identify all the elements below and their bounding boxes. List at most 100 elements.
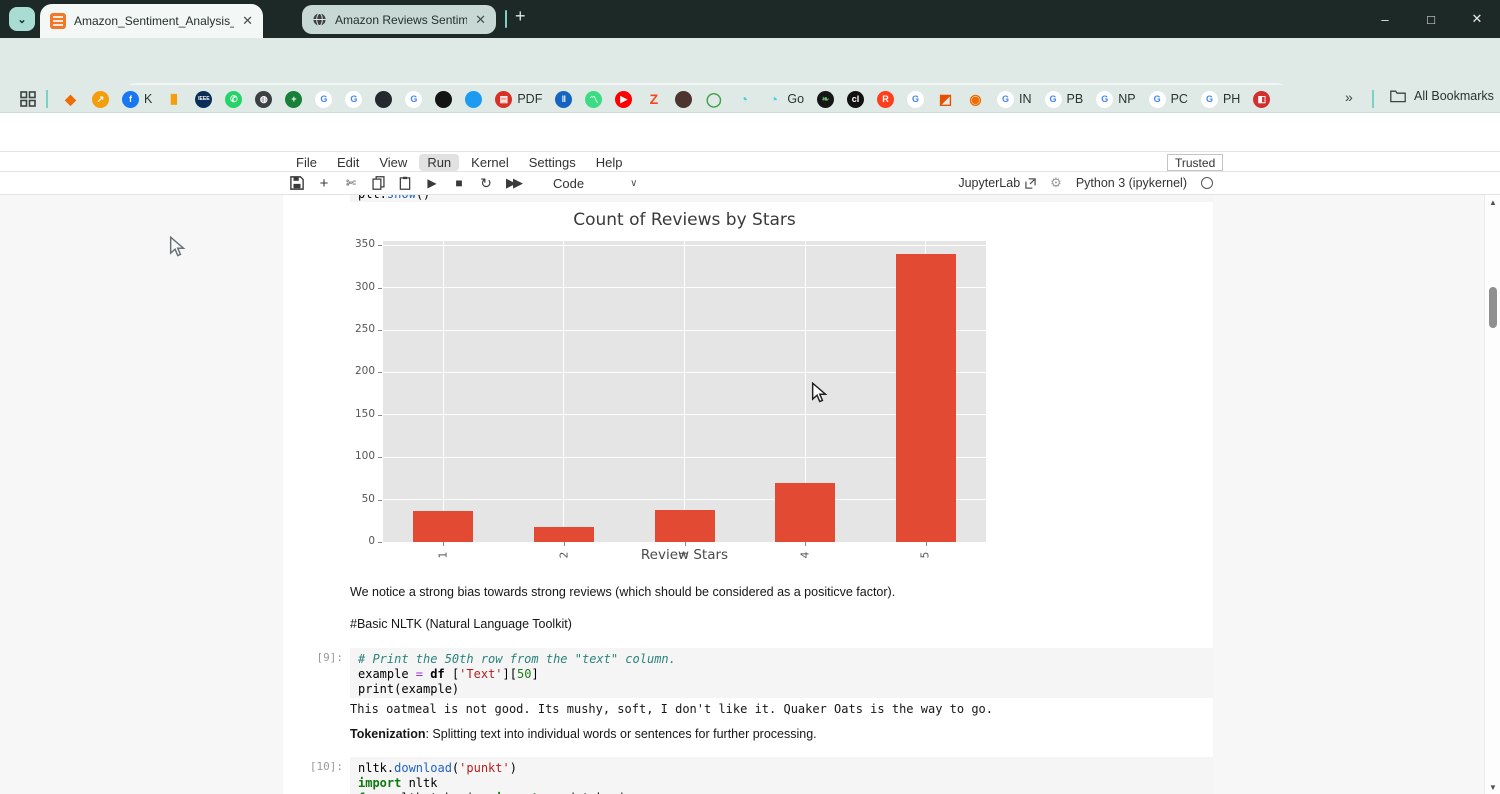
menu-help[interactable]: Help (588, 154, 631, 171)
bookmark-teal-wave-1-icon: ◔ (735, 91, 752, 108)
copy-cells-icon[interactable] (369, 174, 387, 192)
bookmark-yandex[interactable]: R (877, 91, 894, 108)
menu-settings[interactable]: Settings (521, 154, 584, 171)
bookmark-yandex-icon: R (877, 91, 894, 108)
bookmark-teal-wave-2[interactable]: ◔Go (765, 91, 804, 108)
code-cell-partial[interactable]: plt.show() (350, 195, 1213, 202)
bookmark-green-ring[interactable]: ◯ (705, 91, 722, 108)
bookmark-twitter[interactable] (465, 91, 482, 108)
menu-run[interactable]: Run (419, 154, 459, 171)
scrollbar-thumb[interactable] (1489, 287, 1497, 328)
code-cell-input[interactable]: # Print the 50th row from the "text" col… (350, 648, 1213, 698)
menu-edit[interactable]: Edit (329, 154, 367, 171)
code-line: example = df ['Text'][50] (358, 667, 1205, 682)
bookmark-google-1[interactable]: G (315, 91, 332, 108)
bookmark-android[interactable]: 〽 (585, 91, 602, 108)
bookmark-whatsapp-icon: ✆ (225, 91, 242, 108)
save-icon[interactable] (288, 174, 306, 192)
markdown-cell[interactable]: Tokenization: Splitting text into indivi… (350, 727, 817, 741)
bookmarks-overflow-icon[interactable]: » (1345, 89, 1353, 105)
bookmark-g-in[interactable]: GIN (997, 91, 1032, 108)
minimize-icon[interactable]: – (1362, 0, 1408, 38)
trusted-badge[interactable]: Trusted (1167, 154, 1223, 171)
bookmark-g-pb[interactable]: GPB (1045, 91, 1084, 108)
bookmark-g-np[interactable]: GNP (1096, 91, 1135, 108)
tab-close-icon[interactable]: ✕ (242, 13, 253, 29)
bookmark-google-2[interactable]: G (345, 91, 362, 108)
insert-cell-icon[interactable]: + (315, 174, 333, 192)
y-tick (378, 245, 382, 246)
interrupt-kernel-icon[interactable]: ■ (450, 174, 468, 192)
markdown-cell[interactable]: #Basic NLTK (Natural Language Toolkit) (350, 617, 572, 631)
menu-view[interactable]: View (371, 154, 415, 171)
markdown-bold: Tokenization (350, 727, 425, 741)
restart-kernel-icon[interactable]: ↻ (477, 174, 495, 192)
bookmark-whatsapp[interactable]: ✆ (225, 91, 242, 108)
x-tick (443, 542, 444, 546)
tab-close-icon[interactable]: ✕ (475, 12, 486, 28)
restart-run-all-icon[interactable]: ▶▶ (504, 174, 522, 192)
bookmark-kite-icon: ◩ (937, 91, 954, 108)
browser-toolbar: ← → ↻ i localhost:8888/notebooks/Amazon_… (0, 38, 1500, 85)
gear-icon[interactable]: ⚙ (1050, 175, 1062, 191)
chevron-down-icon: ∨ (630, 178, 637, 189)
bookmark-arrows[interactable]: ◆ (62, 91, 79, 108)
scroll-up-icon[interactable]: ▲ (1485, 195, 1500, 209)
bookmark-dark-oval[interactable] (675, 91, 692, 108)
bookmark-cl[interactable]: cl (847, 91, 864, 108)
tab-search-button[interactable]: ⌄ (9, 7, 35, 31)
bookmark-dark-circle[interactable] (435, 91, 452, 108)
bookmark-analytics[interactable]: ▐▌ (165, 91, 182, 108)
bookmark-red-app[interactable]: ◧ (1253, 91, 1270, 108)
browser-tab-inactive[interactable]: Amazon Reviews Sentiment Ana ✕ (302, 5, 496, 34)
markdown-cell[interactable]: We notice a strong bias towards strong r… (350, 585, 895, 599)
bookmark-sheets[interactable]: + (285, 91, 302, 108)
mouse-cursor-outline (168, 236, 188, 258)
y-tick (378, 415, 382, 416)
bookmark-ieee-icon: IEEE (195, 91, 212, 108)
bookmark-google-3[interactable]: G (405, 91, 422, 108)
bookmark-g-ph[interactable]: GPH (1201, 91, 1240, 108)
jupyterlab-link[interactable]: JupyterLab (958, 176, 1036, 190)
bookmark-kite[interactable]: ◩ (937, 91, 954, 108)
bookmark-github[interactable] (375, 91, 392, 108)
all-bookmarks-label: All Bookmarks (1414, 89, 1494, 103)
all-bookmarks-button[interactable]: All Bookmarks (1390, 89, 1494, 103)
bookmark-pdf-icon: ▤ (495, 91, 512, 108)
page-scrollbar[interactable]: ▲ ▼ (1484, 195, 1500, 794)
jupyter-favicon (50, 13, 66, 29)
bookmark-google-4[interactable]: G (907, 91, 924, 108)
bookmark-eye[interactable]: ◉ (967, 91, 984, 108)
bookmark-teal-wave-1[interactable]: ◔ (735, 91, 752, 108)
apps-grid-icon[interactable] (20, 91, 36, 107)
bookmark-facebook[interactable]: fK (122, 91, 152, 108)
chart-plot-area: 05010015020025030035012345 (383, 241, 986, 542)
cell-type-dropdown[interactable]: Code ∨ (553, 176, 637, 191)
close-window-icon[interactable]: ✕ (1454, 0, 1500, 38)
browser-tab-active[interactable]: Amazon_Sentiment_Analysis_M ✕ (40, 4, 263, 38)
restore-icon[interactable]: □ (1408, 0, 1454, 38)
menu-kernel[interactable]: Kernel (463, 154, 517, 171)
paste-cells-icon[interactable] (396, 174, 414, 192)
kernel-name[interactable]: Python 3 (ipykernel) (1076, 176, 1187, 190)
run-cell-icon[interactable]: ▶ (423, 174, 441, 192)
bookmark-youtube[interactable]: ▶ (615, 91, 632, 108)
bookmark-label: IN (1019, 92, 1032, 106)
code-line: print(example) (358, 682, 1205, 697)
bookmark-leaf[interactable]: ❧ (817, 91, 834, 108)
bookmark-zerodha[interactable]: Z (645, 91, 662, 108)
bookmark-label: K (144, 92, 152, 106)
new-tab-button[interactable]: + (515, 6, 526, 27)
scroll-down-icon[interactable]: ▼ (1485, 780, 1500, 794)
bookmark-blue-doc[interactable]: ‖ (555, 91, 572, 108)
cut-cells-icon[interactable]: ✄ (342, 174, 360, 192)
code-cell-input[interactable]: nltk.download('punkt') import nltk from … (350, 757, 1213, 794)
bookmark-globe-dark[interactable]: ◍ (255, 91, 272, 108)
bookmark-orange-tool[interactable]: ↗ (92, 91, 109, 108)
bookmark-dark-oval-icon (675, 91, 692, 108)
bookmark-g-ph-icon: G (1201, 91, 1218, 108)
menu-file[interactable]: File (288, 154, 325, 171)
bookmark-pdf[interactable]: ▤PDF (495, 91, 542, 108)
bookmark-ieee[interactable]: IEEE (195, 91, 212, 108)
bookmark-g-pc[interactable]: GPC (1149, 91, 1188, 108)
